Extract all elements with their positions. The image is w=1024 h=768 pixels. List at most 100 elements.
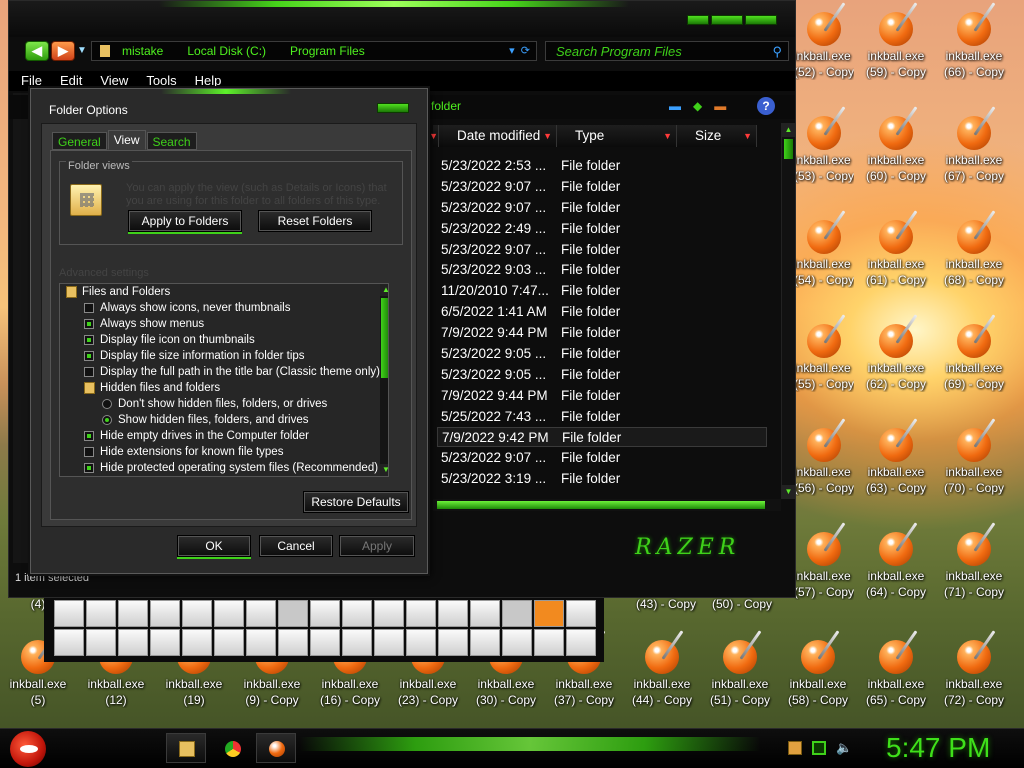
table-row[interactable]: 5/23/2022 9:03 ... File folder [441, 259, 771, 280]
desktop-icon[interactable]: inkball.exe (52) - Copy [794, 12, 854, 80]
breadcrumb-local-disk[interactable]: Local Disk (C:) [187, 44, 266, 58]
taskbar-inkball-button[interactable] [256, 733, 296, 763]
advanced-setting-item[interactable]: Files and Folders [60, 284, 388, 300]
close-button[interactable] [745, 15, 777, 25]
start-button[interactable] [10, 731, 46, 767]
table-row[interactable]: 11/20/2010 7:47... File folder [441, 280, 771, 301]
advanced-setting-item[interactable]: Hide extensions for known file types [60, 444, 388, 460]
checkbox[interactable] [84, 447, 94, 457]
checkbox[interactable] [84, 367, 94, 377]
restore-defaults-button[interactable]: Restore Defaults [303, 491, 409, 513]
desktop-icon[interactable]: inkball.exe (53) - Copy [794, 116, 854, 184]
advanced-setting-item[interactable]: Hide empty drives in the Computer folder [60, 428, 388, 444]
desktop-icon[interactable]: inkball.exe (60) - Copy [858, 116, 934, 184]
advanced-setting-item[interactable]: Display the full path in the title bar (… [60, 364, 388, 380]
scroll-up-icon[interactable]: ▲ [782, 123, 795, 137]
advanced-setting-item[interactable]: Hidden files and folders [60, 380, 388, 396]
checkbox[interactable] [84, 463, 94, 473]
table-row[interactable]: 5/23/2022 9:05 ... File folder [441, 364, 771, 385]
desktop-icon[interactable]: inkball.exe (59) - Copy [858, 12, 934, 80]
tab-search[interactable]: Search [146, 132, 197, 150]
desktop-icon[interactable]: inkball.exe (62) - Copy [858, 324, 934, 392]
clock[interactable]: 5:47 PM [886, 732, 990, 764]
layout-icon[interactable]: ▬ [714, 99, 726, 113]
checkbox[interactable] [84, 303, 94, 313]
table-row[interactable]: 5/23/2022 3:19 ... File folder [441, 468, 771, 489]
desktop-icon[interactable]: inkball.exe (51) - Copy [702, 640, 778, 708]
table-row[interactable]: 5/23/2022 9:07 ... File folder [441, 447, 771, 468]
tree-scroll-up-icon[interactable]: ▲ [380, 284, 388, 296]
address-bar[interactable]: mistake Local Disk (C:) Program Files ▾ … [91, 41, 537, 61]
scroll-down-icon[interactable]: ▼ [782, 485, 795, 499]
advanced-setting-item[interactable]: Display file icon on thumbnails [60, 332, 388, 348]
desktop-icon-sublabel[interactable]: (50) - Copy [704, 596, 780, 612]
battery-icon[interactable] [812, 741, 826, 755]
desktop-icon[interactable]: inkball.exe (57) - Copy [794, 532, 854, 600]
horizontal-scroll-thumb[interactable] [437, 501, 765, 509]
table-row[interactable]: 5/23/2022 9:07 ... File folder [441, 197, 771, 218]
column-size-dropdown-icon[interactable]: ▼ [743, 125, 752, 147]
table-row[interactable]: 5/23/2022 9:07 ... File folder [441, 239, 771, 260]
table-row[interactable]: 6/5/2022 1:41 AM File folder [441, 301, 771, 322]
desktop-icon[interactable]: inkball.exe (65) - Copy [858, 640, 934, 708]
view-mode-icon[interactable]: ▬ [669, 99, 681, 113]
table-row[interactable]: 5/25/2022 7:43 ... File folder [441, 406, 771, 427]
desktop-icon[interactable]: inkball.exe (66) - Copy [936, 12, 1012, 80]
desktop-icon[interactable]: inkball.exe (44) - Copy [624, 640, 700, 708]
column-type[interactable]: Type ▼ [557, 125, 677, 147]
apply-button[interactable]: Apply [339, 535, 415, 557]
refresh-icon[interactable]: ▾ ⟳ [509, 44, 530, 57]
table-row[interactable]: 5/23/2022 9:05 ... File folder [441, 343, 771, 364]
scroll-thumb[interactable] [784, 139, 793, 159]
column-date-modified[interactable]: Date modified ▼ [439, 125, 557, 147]
table-row[interactable]: 7/9/2022 9:44 PM File folder [441, 322, 771, 343]
desktop-icon-sublabel[interactable]: (43) - Copy [628, 596, 704, 612]
search-input[interactable]: Search Program Files ⚲ [545, 41, 789, 61]
checkbox[interactable] [84, 335, 94, 345]
advanced-setting-item[interactable]: Always show icons, never thumbnails [60, 300, 388, 316]
dialog-close-button[interactable] [377, 103, 409, 113]
inkball-game-board[interactable] [44, 596, 604, 662]
tab-general[interactable]: General [52, 132, 107, 150]
tree-scrollbar[interactable]: ▲ ▼ [380, 284, 388, 476]
back-button[interactable]: ◀ [25, 41, 49, 61]
table-row[interactable]: 5/23/2022 2:49 ... File folder [441, 218, 771, 239]
advanced-setting-item[interactable]: Hide protected operating system files (R… [60, 460, 388, 476]
search-icon[interactable]: ⚲ [772, 44, 782, 60]
column-date-dropdown-icon[interactable]: ▼ [543, 125, 552, 147]
table-row[interactable]: 7/9/2022 9:44 PM File folder [441, 385, 771, 406]
table-row[interactable]: 5/23/2022 9:07 ... File folder [441, 176, 771, 197]
desktop-icon[interactable]: inkball.exe (55) - Copy [794, 324, 854, 392]
reset-folders-button[interactable]: Reset Folders [258, 210, 372, 232]
desktop-icon[interactable]: inkball.exe (70) - Copy [936, 428, 1012, 496]
recent-pages-dropdown-icon[interactable]: ▼ [77, 45, 87, 56]
ok-button[interactable]: OK [177, 535, 251, 557]
flag-icon[interactable] [788, 741, 802, 755]
column-size[interactable]: Size ▼ [677, 125, 757, 147]
volume-icon[interactable]: 🔈 [836, 741, 852, 755]
table-row[interactable]: 7/9/2022 9:42 PM File folder [437, 426, 767, 448]
checkbox[interactable] [84, 431, 94, 441]
advanced-setting-item[interactable]: Don't show hidden files, folders, or dri… [60, 396, 388, 412]
radio-button[interactable] [102, 415, 112, 425]
minimize-button[interactable] [687, 15, 709, 25]
breadcrumb-mistake[interactable]: mistake [122, 44, 163, 58]
folder-crumb[interactable]: folder [431, 99, 461, 113]
radio-button[interactable] [102, 399, 112, 409]
breadcrumb-program-files[interactable]: Program Files [290, 44, 365, 58]
maximize-button[interactable] [711, 15, 743, 25]
desktop-icon[interactable]: inkball.exe (71) - Copy [936, 532, 1012, 600]
table-row[interactable]: 5/23/2022 2:53 ... File folder [441, 155, 771, 176]
horizontal-scrollbar[interactable] [433, 499, 781, 511]
tree-scroll-down-icon[interactable]: ▼ [380, 464, 388, 476]
desktop-icon[interactable]: inkball.exe (63) - Copy [858, 428, 934, 496]
desktop-icon[interactable]: inkball.exe (67) - Copy [936, 116, 1012, 184]
column-type-dropdown-icon[interactable]: ▼ [663, 125, 672, 147]
tree-scroll-thumb[interactable] [381, 298, 388, 378]
advanced-setting-item[interactable]: Always show menus [60, 316, 388, 332]
desktop-icon[interactable]: inkball.exe (64) - Copy [858, 532, 934, 600]
taskbar-chrome-button[interactable] [212, 733, 252, 763]
apply-to-folders-button[interactable]: Apply to Folders [128, 210, 242, 232]
cancel-button[interactable]: Cancel [259, 535, 333, 557]
desktop-icon[interactable]: inkball.exe (56) - Copy [794, 428, 854, 496]
